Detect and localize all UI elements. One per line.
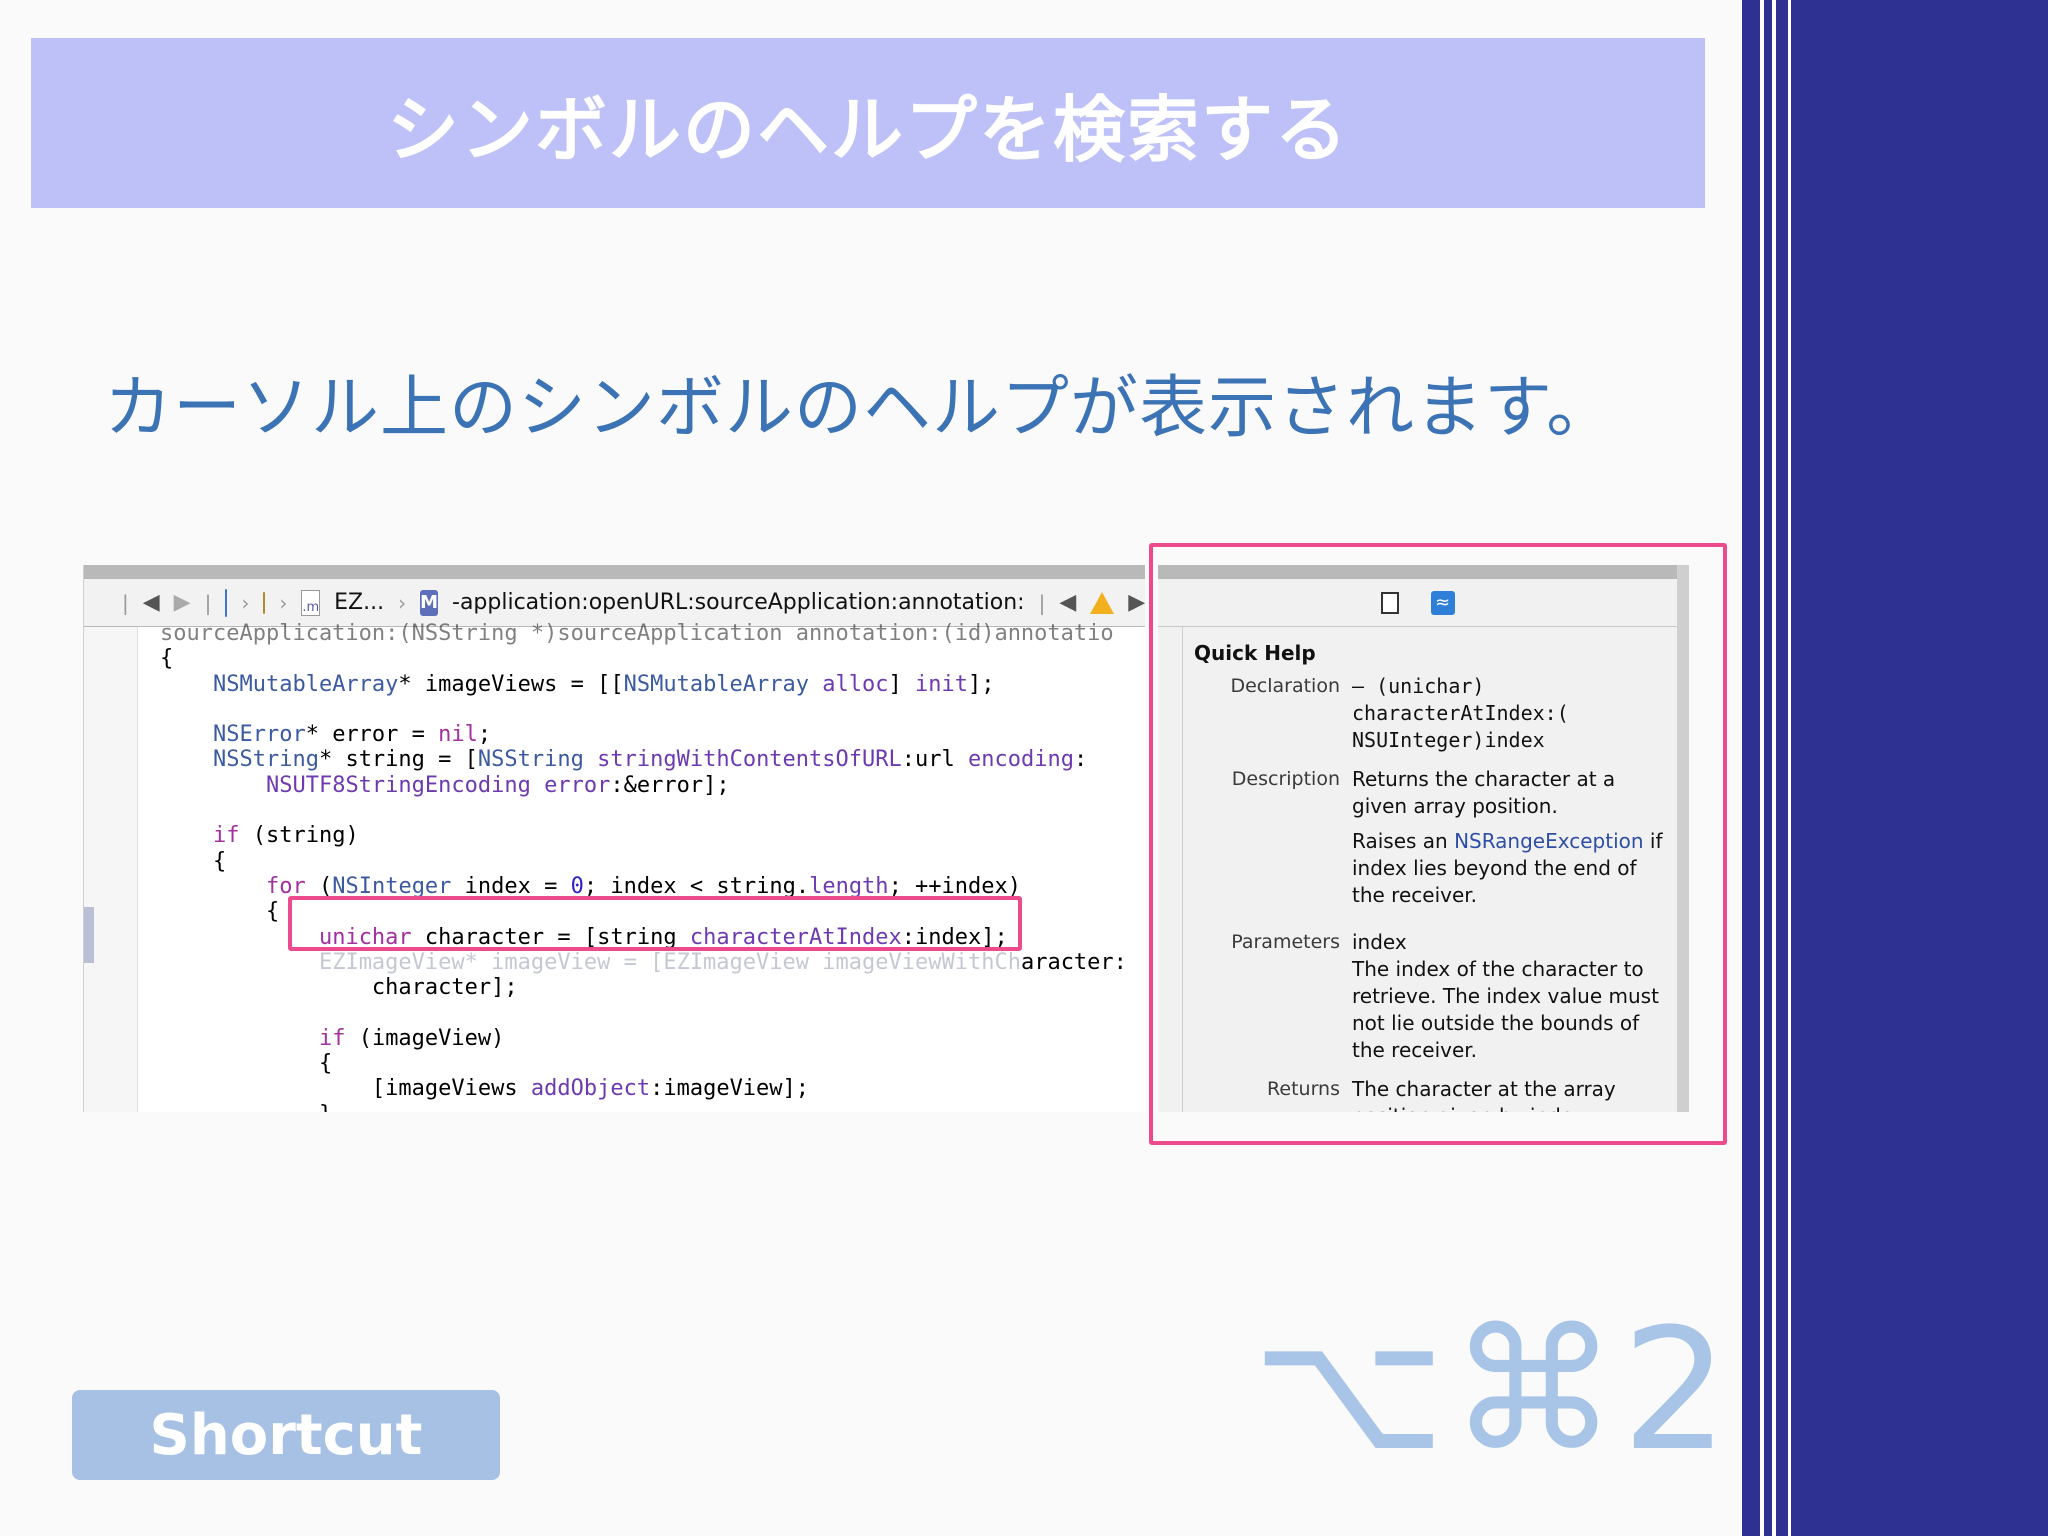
shortcut-keys: ⌥⌘2 [1252,1292,1733,1488]
code-line: { [160,646,174,672]
editor-top-border [84,565,1145,579]
m-file-icon[interactable]: .m [301,589,321,616]
project-icon[interactable] [225,588,228,617]
slide-subtitle: カーソル上のシンボルのヘルプが表示されます。 [104,369,1616,448]
code-area[interactable]: sourceApplication:(NSString *)sourceAppl… [160,621,1145,1112]
chevron-right-icon: › [279,590,288,615]
folder-icon[interactable] [263,591,266,614]
stripe-line [1760,0,1764,1536]
title-band: シンボルのヘルプを検索する [31,38,1705,208]
previous-issue-icon[interactable]: ◀ [1059,590,1076,615]
forward-arrow-icon[interactable]: ▶ [174,590,191,615]
back-arrow-icon[interactable]: ◀ [143,590,160,615]
separator: | [122,590,129,615]
code-editor[interactable]: | ◀ ▶ | › › .m EZ... › M -application:op… [83,565,1145,1112]
code-line: [imageViews addObject:imageView]; [160,1076,810,1102]
chevron-right-icon: › [398,590,407,615]
code-line-cut: sourceApplication:(NSString *)sourceAppl… [160,621,1114,646]
code-line [160,697,1145,722]
line-gutter [84,627,138,1112]
breadcrumb-file[interactable]: EZ... [334,590,384,615]
slide-title: シンボルのヘルプを検索する [386,87,1349,172]
warning-icon[interactable] [1090,591,1115,614]
separator: | [1038,590,1046,615]
code-line: if (string) [212,823,359,849]
breadcrumb-method[interactable]: -application:openURL:sourceApplication:a… [452,590,1025,615]
code-line: EZImageView* imageView = [EZImageView im… [318,949,1127,975]
gutter-marker [84,907,94,963]
slide: シンボルのヘルプを検索する カーソル上のシンボルのヘルプが表示されます。 | ◀… [0,0,2048,1536]
chevron-right-icon: › [241,590,250,615]
code-line: if (imageView) [318,1025,505,1051]
code-line: NSMutableArray* imageViews = [[NSMutable… [212,671,995,697]
shortcut-badge: Shortcut [72,1390,500,1480]
code-line: character]; [160,975,518,1001]
separator: | [204,590,212,615]
code-line: } [160,1102,1145,1112]
jump-bar: | ◀ ▶ | › › .m EZ... › M -application:op… [84,579,1145,627]
code-line [160,798,1145,823]
stripe-line [1788,0,1791,1536]
highlight-box [288,896,1022,951]
code-line: { [160,848,227,874]
code-line [160,1000,1145,1025]
quick-help-highlight-frame [1149,543,1727,1145]
code-line: NSError* error = nil; [212,722,492,748]
stripe-line [1772,0,1776,1536]
method-icon[interactable]: M [420,589,439,616]
code-line: NSString* string = [NSString stringWithC… [212,747,1088,773]
next-issue-icon[interactable]: ▶ [1128,590,1145,615]
code-line: NSUTF8StringEncoding error:&error]; [265,772,730,798]
code-line: { [160,1051,333,1077]
right-stripe [1742,0,2048,1536]
